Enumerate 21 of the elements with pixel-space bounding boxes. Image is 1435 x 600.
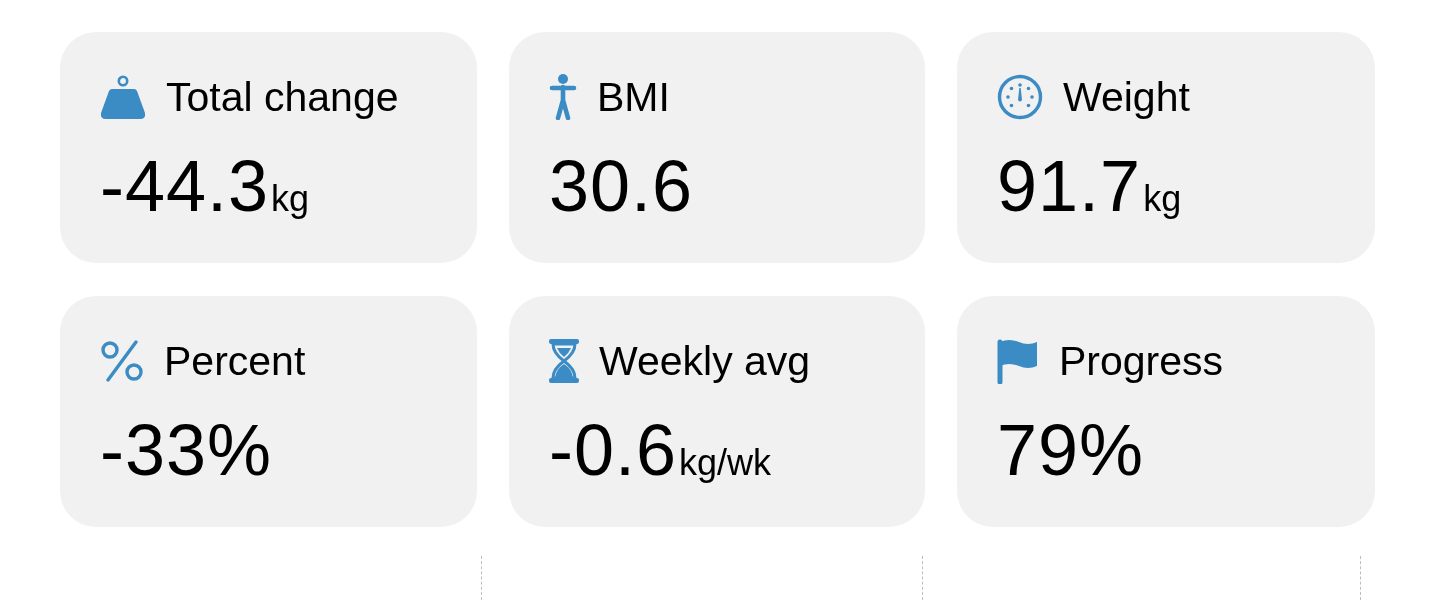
stat-title: Total change — [166, 73, 399, 122]
unit-label: kg — [1143, 179, 1182, 219]
stat-title: Weight — [1063, 73, 1190, 122]
unit-label: kg/wk — [679, 443, 772, 483]
flag-icon — [997, 338, 1039, 384]
stat-title: BMI — [597, 73, 670, 122]
stat-title: Percent — [164, 337, 306, 386]
percent-icon — [100, 340, 144, 382]
stat-value: 79% — [997, 409, 1145, 492]
kettlebell-weight-icon — [100, 75, 146, 119]
gauge-icon — [997, 74, 1043, 120]
stat-value: 91.7 — [997, 145, 1142, 228]
unit-label: kg — [271, 179, 310, 219]
hourglass-icon — [549, 339, 579, 383]
stat-value: 30.6 — [549, 145, 694, 228]
stat-title: Progress — [1059, 337, 1224, 386]
stat-title: Weekly avg — [599, 337, 811, 386]
person-icon — [549, 74, 577, 120]
stat-value: -33% — [100, 409, 273, 492]
stat-value: -44.3 — [100, 145, 270, 228]
stat-value: -0.6 — [549, 409, 678, 492]
